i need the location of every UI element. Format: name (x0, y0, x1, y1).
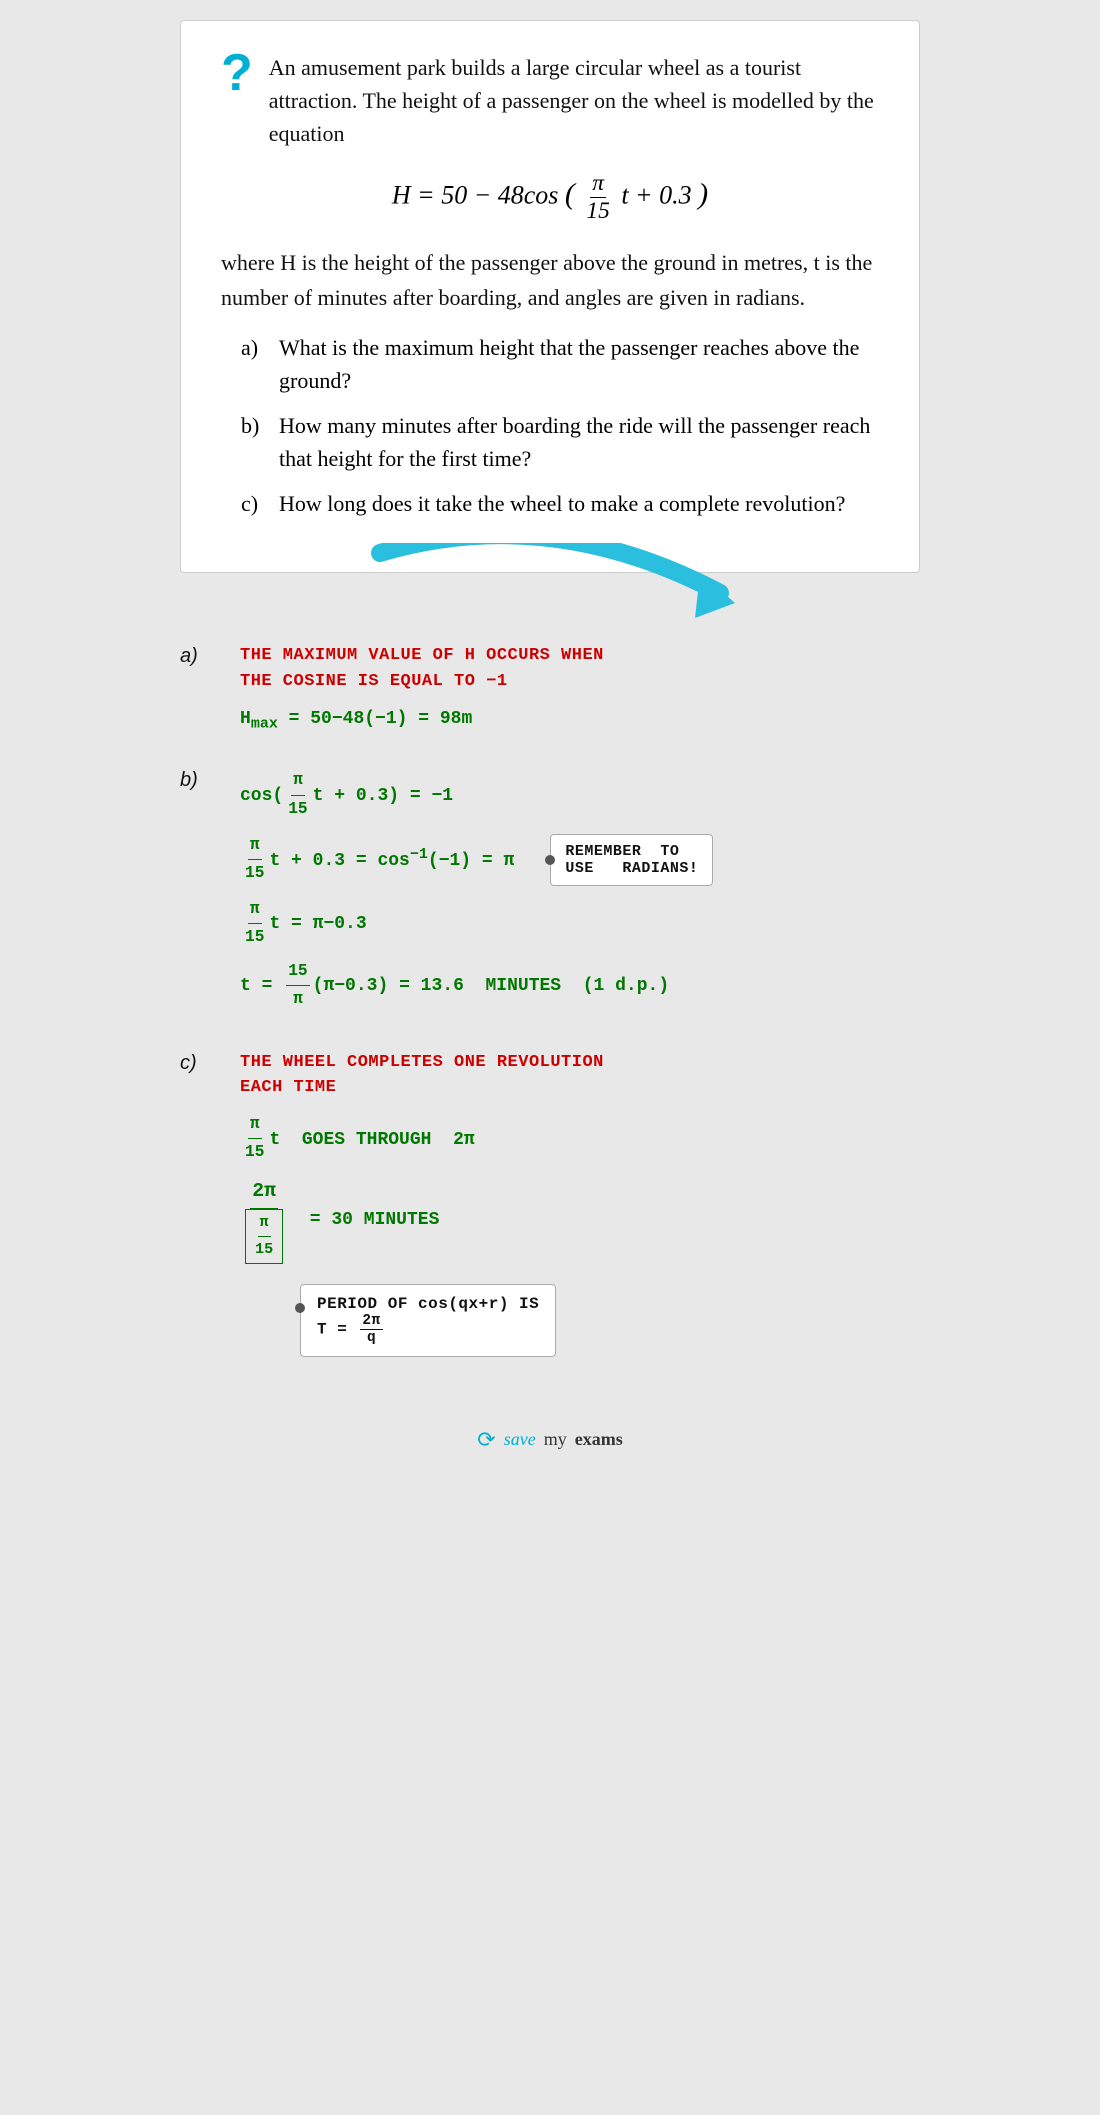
question-mark-icon: ? (221, 47, 253, 99)
solution-a-block: a) THE MAXIMUM VALUE OF H OCCURS WHEN TH… (180, 643, 920, 737)
footer-save-text: save (504, 1429, 536, 1450)
arrow-area (180, 573, 920, 633)
question-header: ? An amusement park builds a large circu… (221, 51, 879, 150)
sub-questions-list: a) What is the maximum height that the p… (241, 331, 879, 520)
save-my-exams-logo-icon: ⟳ (477, 1427, 495, 1453)
formula-display: H = 50 − 48cos ( π 15 t + 0.3 ) (221, 170, 879, 225)
solution-c-label: c) (180, 1052, 240, 1075)
solution-b-step1-row: cos(π15t + 0.3) = −1 (240, 767, 920, 823)
solution-b-step3: π15t = π−0.3 (240, 896, 920, 952)
blue-arrow-icon (360, 543, 740, 643)
period-dot (295, 1303, 305, 1313)
sub-label-b: b) (241, 409, 269, 475)
solution-b-step1: cos(π15t + 0.3) = −1 (240, 767, 453, 823)
page-container: ? An amusement park builds a large circu… (50, 20, 1050, 1453)
solution-b-step2: π15t + 0.3 = cos−1(−1) = π (240, 832, 514, 888)
sub-label-c: c) (241, 487, 269, 520)
footer-exams-text: exams (575, 1429, 623, 1450)
solution-c-block: c) THE WHEEL COMPLETES ONE REVOLUTION EA… (180, 1050, 920, 1357)
solutions-container: a) THE MAXIMUM VALUE OF H OCCURS WHEN TH… (180, 633, 920, 1397)
solution-a-label: a) (180, 645, 240, 668)
question-intro-text: An amusement park builds a large circula… (269, 51, 879, 150)
sub-label-a: a) (241, 331, 269, 397)
solution-a-red-text: THE MAXIMUM VALUE OF H OCCURS WHEN THE C… (240, 643, 920, 694)
remember-radians-box: REMEMBER TOUSE RADIANS! (550, 834, 713, 886)
solution-b-step4: t = 15π(π−0.3) = 13.6 MINUTES (1 d.p.) (240, 958, 920, 1014)
pi-over-15-frac: π 15 (584, 170, 611, 225)
solution-a-content: THE MAXIMUM VALUE OF H OCCURS WHEN THE C… (240, 643, 920, 737)
where-text: where H is the height of the passenger a… (221, 245, 879, 315)
solution-b-content: cos(π15t + 0.3) = −1 π15t + 0.3 = cos−1(… (240, 767, 920, 1019)
solution-b-step2-row: π15t + 0.3 = cos−1(−1) = π REMEMBER TOUS… (240, 832, 920, 888)
solution-c-step1: π15t GOES THROUGH 2π (240, 1111, 920, 1167)
solution-c-step2: 2π π15 = 30 MINUTES (240, 1175, 920, 1264)
period-formula-box: PERIOD OF cos(qx+r) IS T = 2πq (300, 1284, 556, 1357)
solution-c-red-text: THE WHEEL COMPLETES ONE REVOLUTION EACH … (240, 1050, 920, 1101)
remember-dot (545, 855, 555, 865)
footer: ⟳ save my exams (477, 1427, 622, 1453)
sub-question-a: a) What is the maximum height that the p… (241, 331, 879, 397)
solution-b-label: b) (180, 769, 240, 792)
solution-a-result: Hmax = 50−48(−1) = 98m (240, 704, 920, 737)
question-card: ? An amusement park builds a large circu… (180, 20, 920, 573)
solution-c-content: THE WHEEL COMPLETES ONE REVOLUTION EACH … (240, 1050, 920, 1357)
sub-question-b: b) How many minutes after boarding the r… (241, 409, 879, 475)
solution-b-block: b) cos(π15t + 0.3) = −1 π15t + 0.3 = cos… (180, 767, 920, 1019)
footer-my-text: my (544, 1429, 567, 1450)
sub-question-c: c) How long does it take the wheel to ma… (241, 487, 879, 520)
